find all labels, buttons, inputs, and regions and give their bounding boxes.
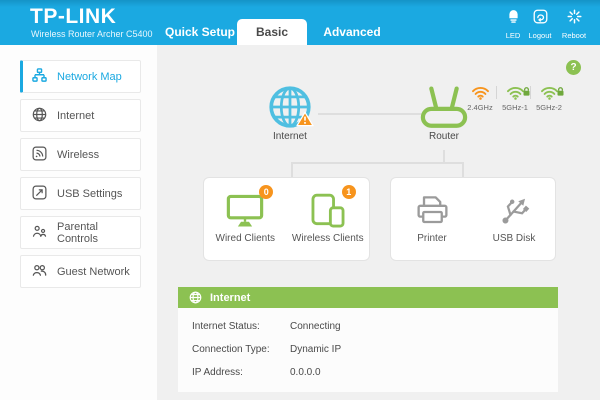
led-bulb-icon: [506, 9, 521, 29]
wired-clients-label: Wired Clients: [216, 233, 275, 244]
printer-item[interactable]: Printer: [391, 178, 473, 260]
band-label: 5GHz-2: [536, 103, 562, 112]
sidebar-item-wireless[interactable]: Wireless: [20, 138, 141, 171]
internet-panel-body: Internet Status: Connecting Connection T…: [178, 308, 558, 392]
wired-clients-count-badge: 0: [259, 185, 273, 199]
usb-disk-item[interactable]: USB Disk: [473, 178, 555, 260]
usb-disk-label: USB Disk: [493, 233, 536, 244]
ip-address-row: IP Address: 0.0.0.0: [178, 361, 558, 384]
reboot-starburst-icon: [567, 9, 582, 29]
wifi-icon-green: [506, 84, 525, 100]
band-separator: [530, 86, 531, 99]
clients-bus-line: [291, 162, 464, 164]
sidebar-item-network-map[interactable]: Network Map: [20, 60, 141, 93]
usb-devices-box: Printer USB Disk: [390, 177, 556, 261]
help-button[interactable]: ?: [566, 60, 581, 75]
band-label: 5GHz-1: [502, 103, 528, 112]
logout-button[interactable]: Logout: [523, 9, 557, 40]
sidebar-item-parental-controls[interactable]: Parental Controls: [20, 216, 141, 249]
globe-icon: [32, 107, 47, 125]
wired-clients-item[interactable]: 0 Wired Clients: [204, 178, 287, 260]
lock-icon: [556, 84, 565, 102]
band-separator: [496, 86, 497, 99]
sidebar-item-label: Wireless: [57, 149, 99, 161]
connection-type-value: Dynamic IP: [290, 338, 341, 361]
internet-status-value: Connecting: [290, 315, 341, 338]
sidebar-item-label: Parental Controls: [57, 221, 140, 245]
printer-label: Printer: [417, 233, 446, 244]
sidebar-item-internet[interactable]: Internet: [20, 99, 141, 132]
internet-panel-header: Internet: [178, 287, 558, 308]
row-label: Internet Status:: [192, 315, 260, 338]
network-map-icon: [32, 68, 47, 86]
internet-status-row: Internet Status: Connecting: [178, 315, 558, 338]
wireless-signal-icon: [32, 146, 47, 164]
band-2-4ghz[interactable]: 2.4GHz: [463, 84, 497, 112]
router-node-label: Router: [413, 131, 475, 142]
top-header-bar: TP-LINK Wireless Router Archer C5400 Qui…: [0, 0, 600, 45]
tab-quick-setup[interactable]: Quick Setup: [160, 19, 240, 45]
usb-disk-icon: [496, 189, 532, 229]
sidebar-item-label: Network Map: [57, 71, 122, 83]
sidebar-item-label: Internet: [57, 110, 94, 122]
connection-type-row: Connection Type: Dynamic IP: [178, 338, 558, 361]
ip-address-value: 0.0.0.0: [290, 361, 321, 384]
band-label: 2.4GHz: [467, 103, 492, 112]
brand-logo: TP-LINK: [30, 5, 116, 29]
wifi-icon-orange: [471, 84, 490, 100]
internet-panel-globe-icon: [189, 291, 202, 304]
right-box-drop-line: [462, 162, 464, 178]
wireless-clients-count-badge: 1: [342, 185, 356, 199]
wireless-clients-devices-icon: 1: [309, 189, 347, 229]
sidebar-item-label: Guest Network: [57, 266, 130, 278]
printer-icon: [414, 189, 451, 229]
row-label: Connection Type:: [192, 338, 270, 361]
internet-router-link-line: [318, 113, 421, 115]
sidebar-item-guest-network[interactable]: Guest Network: [20, 255, 141, 288]
reboot-button[interactable]: Reboot: [557, 9, 591, 40]
clients-box: 0 Wired Clients 1 Wireless Clients: [203, 177, 370, 261]
device-model-subtitle: Wireless Router Archer C5400: [31, 29, 153, 39]
wifi-icon-green: [540, 84, 559, 100]
wireless-clients-label: Wireless Clients: [292, 233, 364, 244]
logout-icon: [533, 9, 548, 29]
sidebar-item-usb-settings[interactable]: USB Settings: [20, 177, 141, 210]
sidebar-item-label: USB Settings: [57, 188, 122, 200]
internet-panel-title: Internet: [210, 292, 250, 304]
band-5ghz-1[interactable]: 5GHz-1: [498, 84, 532, 112]
internet-node[interactable]: [268, 85, 312, 134]
reboot-label: Reboot: [562, 31, 586, 40]
router-admin-page: TP-LINK Wireless Router Archer C5400 Qui…: [0, 0, 600, 400]
logout-label: Logout: [529, 31, 552, 40]
led-label: LED: [506, 31, 521, 40]
usb-settings-icon: [32, 185, 47, 203]
wireless-clients-item[interactable]: 1 Wireless Clients: [287, 178, 370, 260]
internet-warning-icon: [296, 111, 314, 132]
guest-network-icon: [32, 263, 47, 281]
wired-clients-monitor-icon: 0: [226, 189, 264, 229]
sidebar-nav: Network Map Internet Wirele: [0, 45, 157, 400]
band-5ghz-2[interactable]: 5GHz-2: [532, 84, 566, 112]
tab-basic[interactable]: Basic: [237, 19, 307, 45]
tab-advanced[interactable]: Advanced: [312, 19, 392, 45]
internet-node-label: Internet: [258, 131, 322, 142]
parental-controls-icon: [32, 224, 47, 242]
left-box-drop-line: [291, 162, 293, 178]
row-label: IP Address:: [192, 361, 243, 384]
